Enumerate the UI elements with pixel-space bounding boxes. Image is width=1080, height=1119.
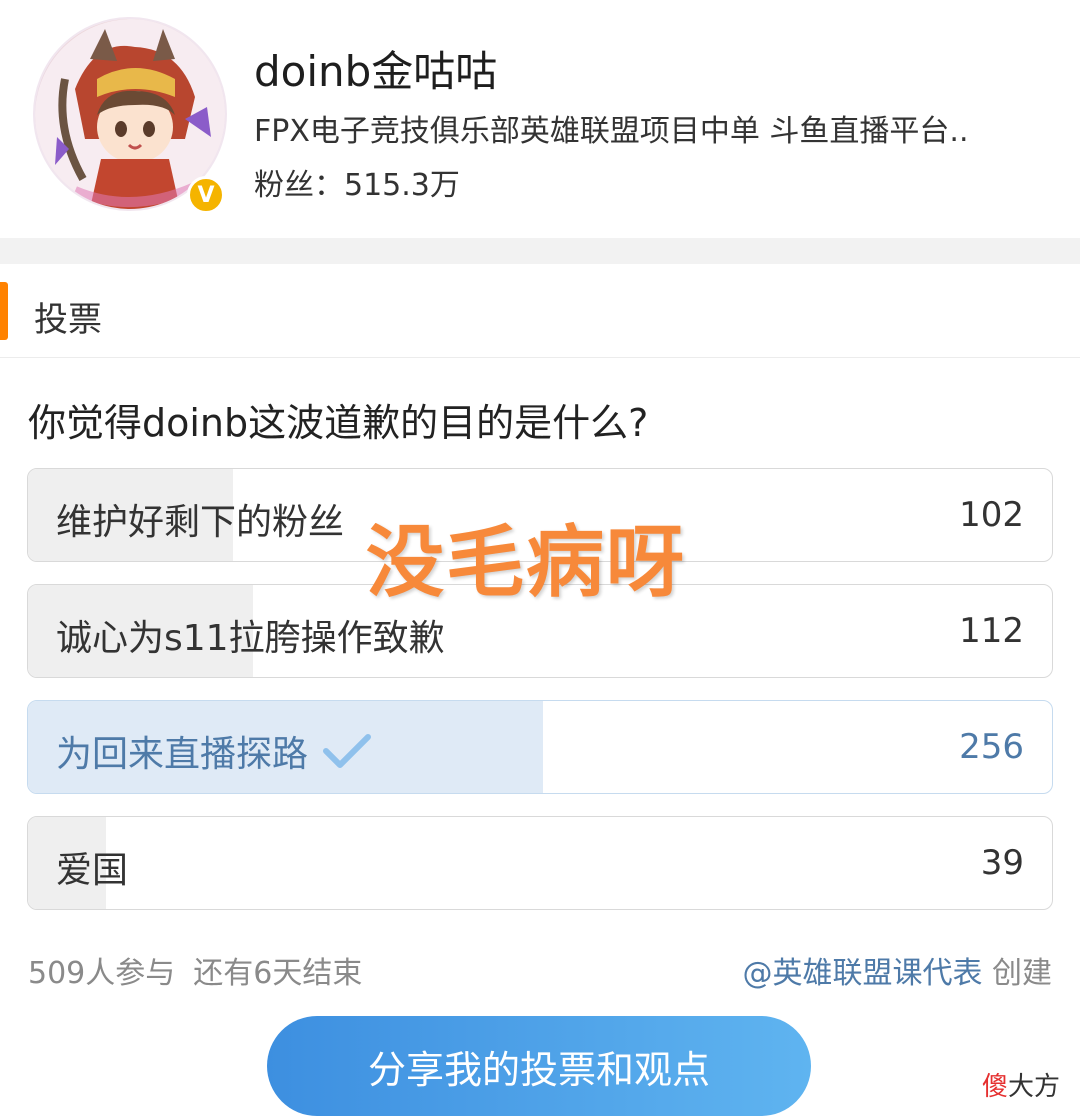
- watermark: 傻大方: [982, 1066, 1060, 1103]
- poll-option-label: 维护好剩下的粉丝: [56, 502, 345, 543]
- creator-link[interactable]: @英雄联盟课代表: [742, 956, 982, 991]
- poll-option-count: 112: [959, 611, 1024, 651]
- poll-question: 你觉得doinb这波道歉的目的是什么?: [28, 401, 649, 445]
- poll-option-4[interactable]: 爱国 39: [27, 816, 1053, 910]
- section-title: 投票: [34, 300, 102, 340]
- poll-stats: 509人参与 还有6天结束: [28, 948, 362, 992]
- watermark-text: 大方: [1007, 1072, 1060, 1102]
- section-accent-bar: [0, 282, 8, 340]
- creator-suffix: 创建: [992, 956, 1052, 991]
- poll-option-3[interactable]: 为回来直播探路 256: [27, 700, 1053, 794]
- share-vote-button[interactable]: 分享我的投票和观点: [267, 1016, 811, 1116]
- poll-option-label: 诚心为s11拉胯操作致歉: [56, 618, 445, 659]
- follower-count: 粉丝：515.3万: [254, 168, 460, 203]
- user-bio: FPX电子竞技俱乐部英雄联盟项目中单 斗鱼直播平台..: [254, 114, 969, 149]
- section-divider: [0, 238, 1080, 264]
- poll-creator: @英雄联盟课代表 创建: [742, 948, 1052, 992]
- poll-option-count: 39: [980, 843, 1024, 883]
- checkmark-icon: [323, 734, 372, 768]
- poll-option-count: 102: [959, 495, 1024, 535]
- overlay-caption: 没毛病呀: [366, 518, 687, 608]
- time-remaining: 还有6天结束: [193, 956, 363, 991]
- watermark-red-char: 傻: [981, 1072, 1008, 1102]
- participant-count: 509人参与: [28, 956, 176, 991]
- verified-badge-icon: V: [187, 176, 225, 214]
- section-header: [0, 264, 1080, 358]
- poll-option-label: 为回来直播探路: [56, 725, 372, 777]
- poll-option-label: 爱国: [56, 850, 129, 891]
- poll-option-count: 256: [959, 727, 1024, 767]
- user-name[interactable]: doinb金咕咕: [254, 38, 497, 99]
- profile-card[interactable]: V doinb金咕咕 FPX电子竞技俱乐部英雄联盟项目中单 斗鱼直播平台.. 粉…: [0, 0, 1080, 238]
